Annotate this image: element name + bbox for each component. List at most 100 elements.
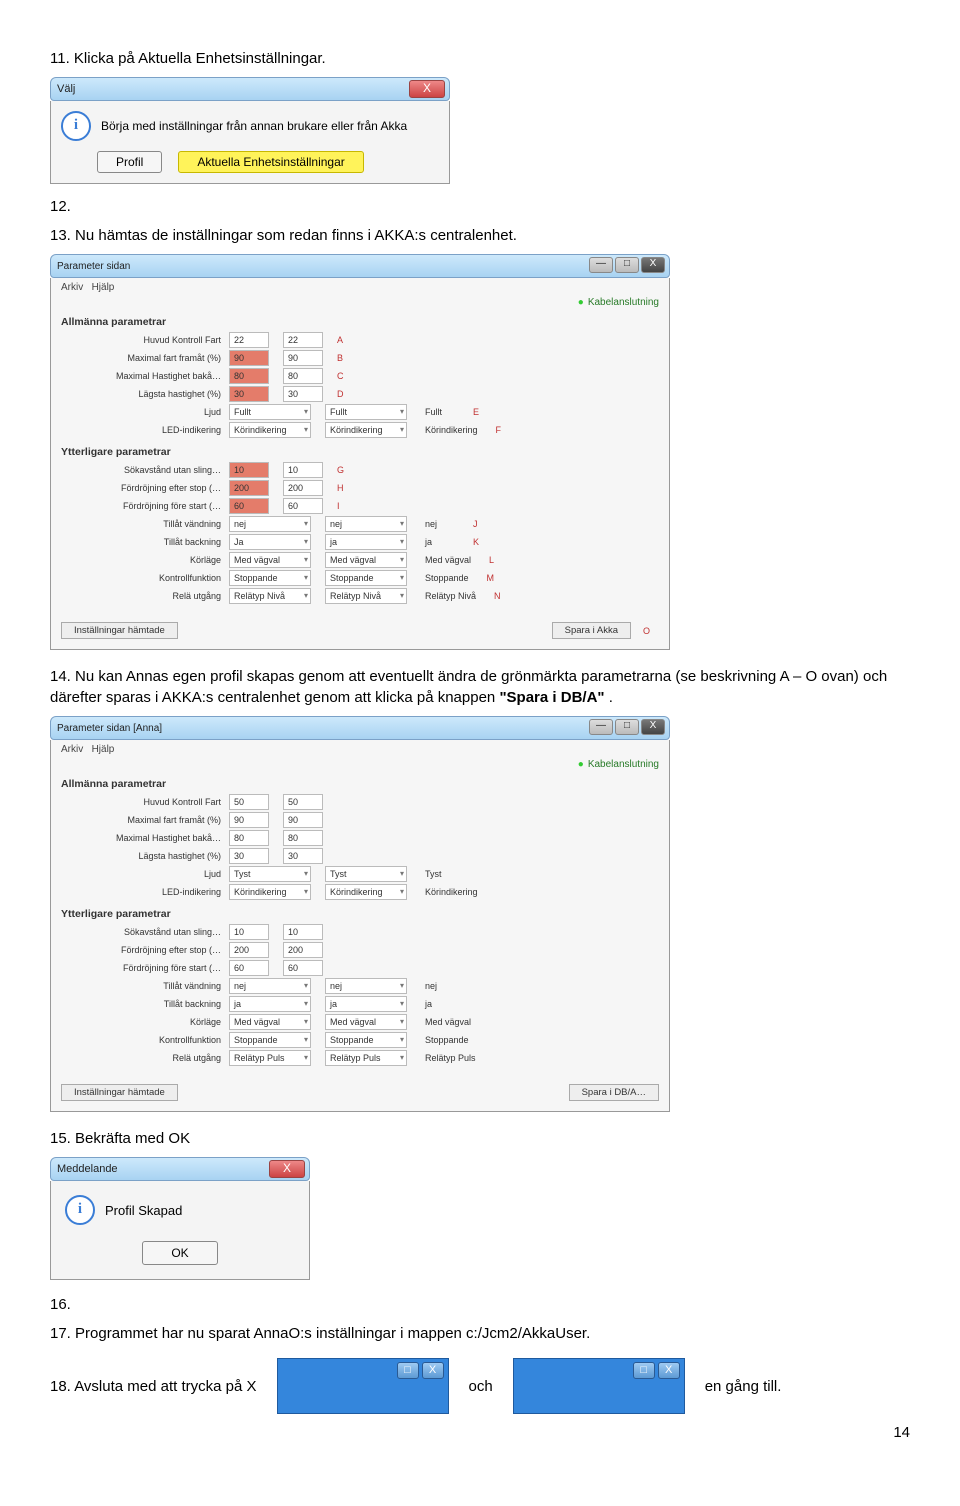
parameter-window-2: Parameter sidan [Anna] — □ X Arkiv Hjälp… (50, 716, 670, 1112)
kontr-select-1[interactable]: Stoppande (229, 1032, 311, 1048)
dialog-meddelande: Meddelande X i Profil Skapad OK (50, 1157, 310, 1280)
step-15: 15. Bekräfta med OK (50, 1128, 910, 1149)
back-select-2[interactable]: ja (325, 534, 407, 550)
spara-i-dba-button[interactable]: Spara i DB/A… (569, 1084, 659, 1101)
label-fefter: Fördröjning efter stop (… (61, 483, 229, 493)
ljud-select-2[interactable]: Tyst (325, 866, 407, 882)
sok-field-1[interactable]: 10 (229, 462, 269, 478)
close-icon[interactable]: X (269, 1160, 305, 1178)
maxf-field-2: 90 (283, 812, 323, 828)
annotation-k: K (473, 537, 489, 547)
close-icon[interactable]: X (422, 1362, 444, 1379)
huvud-field-1[interactable]: 22 (229, 332, 269, 348)
minimize-icon[interactable]: — (589, 257, 613, 273)
step-16: 16. (50, 1294, 910, 1315)
led-val-3: Körindikering (421, 885, 482, 899)
vand-select-2[interactable]: nej (325, 978, 407, 994)
maxb-field-2: 80 (283, 830, 323, 846)
window-controls: — □ X (589, 257, 665, 273)
aktuella-enhetsinstallningar-button[interactable]: Aktuella Enhetsinställningar (178, 151, 363, 173)
minimize-icon[interactable]: — (589, 719, 613, 735)
kontr-select-2[interactable]: Stoppande (325, 570, 407, 586)
led-select-1[interactable]: Körindikering (229, 884, 311, 900)
led-select-2[interactable]: Körindikering (325, 422, 407, 438)
annotation-d: D (337, 389, 353, 399)
window-title: Parameter sidan (57, 261, 130, 272)
window-titlebar-2: Parameter sidan [Anna] — □ X (50, 716, 670, 740)
vand-select-2[interactable]: nej (325, 516, 407, 532)
fefter-field-1[interactable]: 200 (229, 480, 269, 496)
close-icon[interactable]: X (641, 719, 665, 735)
korl-select-2[interactable]: Med vägval (325, 1014, 407, 1030)
ljud-select-2[interactable]: Fullt (325, 404, 407, 420)
back-select-1[interactable]: ja (229, 996, 311, 1012)
maxf-field-1[interactable]: 90 (229, 812, 269, 828)
lag-field-2: 30 (283, 386, 323, 402)
maxb-field-1[interactable]: 80 (229, 830, 269, 846)
rela-select-2[interactable]: Relätyp Nivå (325, 588, 407, 604)
maximize-icon[interactable]: □ (615, 257, 639, 273)
maxf-field-1[interactable]: 90 (229, 350, 269, 366)
label-rela: Relä utgång (61, 1053, 229, 1063)
label-lag: Lägsta hastighet (%) (61, 851, 229, 861)
sok-field-1[interactable]: 10 (229, 924, 269, 940)
label-kontr: Kontrollfunktion (61, 1035, 229, 1045)
korl-select-2[interactable]: Med vägval (325, 552, 407, 568)
msg-text: Profil Skapad (105, 1203, 182, 1218)
korl-select-1[interactable]: Med vägval (229, 1014, 311, 1030)
ffore-field-1[interactable]: 60 (229, 498, 269, 514)
maxb-field-1[interactable]: 80 (229, 368, 269, 384)
ljud-val-3: Tyst (421, 867, 459, 881)
sok-field-2: 10 (283, 462, 323, 478)
installningar-hamtade-button[interactable]: Inställningar hämtade (61, 622, 178, 639)
rela-select-1[interactable]: Relätyp Puls (229, 1050, 311, 1066)
led-select-1[interactable]: Körindikering (229, 422, 311, 438)
menu-arkiv[interactable]: Arkiv (61, 744, 83, 755)
annotation-l: L (489, 555, 505, 565)
close-icon[interactable]: X (409, 80, 445, 98)
step-18-row: 18. Avsluta med att trycka på X □ X och … (50, 1358, 910, 1414)
ffore-field-2: 60 (283, 960, 323, 976)
kontr-val-3: Stoppande (421, 1033, 473, 1047)
menu-arkiv[interactable]: Arkiv (61, 282, 83, 293)
rela-select-1[interactable]: Relätyp Nivå (229, 588, 311, 604)
kontr-select-1[interactable]: Stoppande (229, 570, 311, 586)
back-select-1[interactable]: Ja (229, 534, 311, 550)
korl-select-1[interactable]: Med vägval (229, 552, 311, 568)
label-maxb: Maximal Hastighet bakå… (61, 833, 229, 843)
maximize-icon[interactable]: □ (615, 719, 639, 735)
vand-select-1[interactable]: nej (229, 516, 311, 532)
label-huvud: Huvud Kontroll Fart (61, 797, 229, 807)
ffore-field-1[interactable]: 60 (229, 960, 269, 976)
led-select-2[interactable]: Körindikering (325, 884, 407, 900)
close-icon[interactable]: X (641, 257, 665, 273)
menu-hjalp[interactable]: Hjälp (92, 744, 115, 755)
section-allmanna-2: Allmänna parametrar (61, 778, 659, 790)
ok-button[interactable]: OK (142, 1241, 217, 1265)
back-select-2[interactable]: ja (325, 996, 407, 1012)
close-icon[interactable]: X (658, 1362, 680, 1379)
annotation-f: F (496, 425, 512, 435)
label-kontr: Kontrollfunktion (61, 573, 229, 583)
installningar-hamtade-button-2[interactable]: Inställningar hämtade (61, 1084, 178, 1101)
section-allmanna: Allmänna parametrar (61, 316, 659, 328)
label-ljud: Ljud (61, 407, 229, 417)
fefter-field-1[interactable]: 200 (229, 942, 269, 958)
maximize-icon[interactable]: □ (633, 1362, 655, 1379)
dialog-valj: Välj X i Börja med inställningar från an… (50, 77, 450, 184)
spara-i-akka-button[interactable]: Spara i Akka (552, 622, 631, 639)
ljud-select-1[interactable]: Tyst (229, 866, 311, 882)
lag-field-1[interactable]: 30 (229, 386, 269, 402)
annotation-n: N (494, 591, 510, 601)
maximize-icon[interactable]: □ (397, 1362, 419, 1379)
rela-select-2[interactable]: Relätyp Puls (325, 1050, 407, 1066)
label-korl: Körläge (61, 1017, 229, 1027)
lag-field-1[interactable]: 30 (229, 848, 269, 864)
kontr-select-2[interactable]: Stoppande (325, 1032, 407, 1048)
menu-hjalp[interactable]: Hjälp (92, 282, 115, 293)
ljud-select-1[interactable]: Fullt (229, 404, 311, 420)
huvud-field-1[interactable]: 50 (229, 794, 269, 810)
maxb-field-2: 80 (283, 368, 323, 384)
vand-select-1[interactable]: nej (229, 978, 311, 994)
profil-button[interactable]: Profil (97, 151, 162, 173)
